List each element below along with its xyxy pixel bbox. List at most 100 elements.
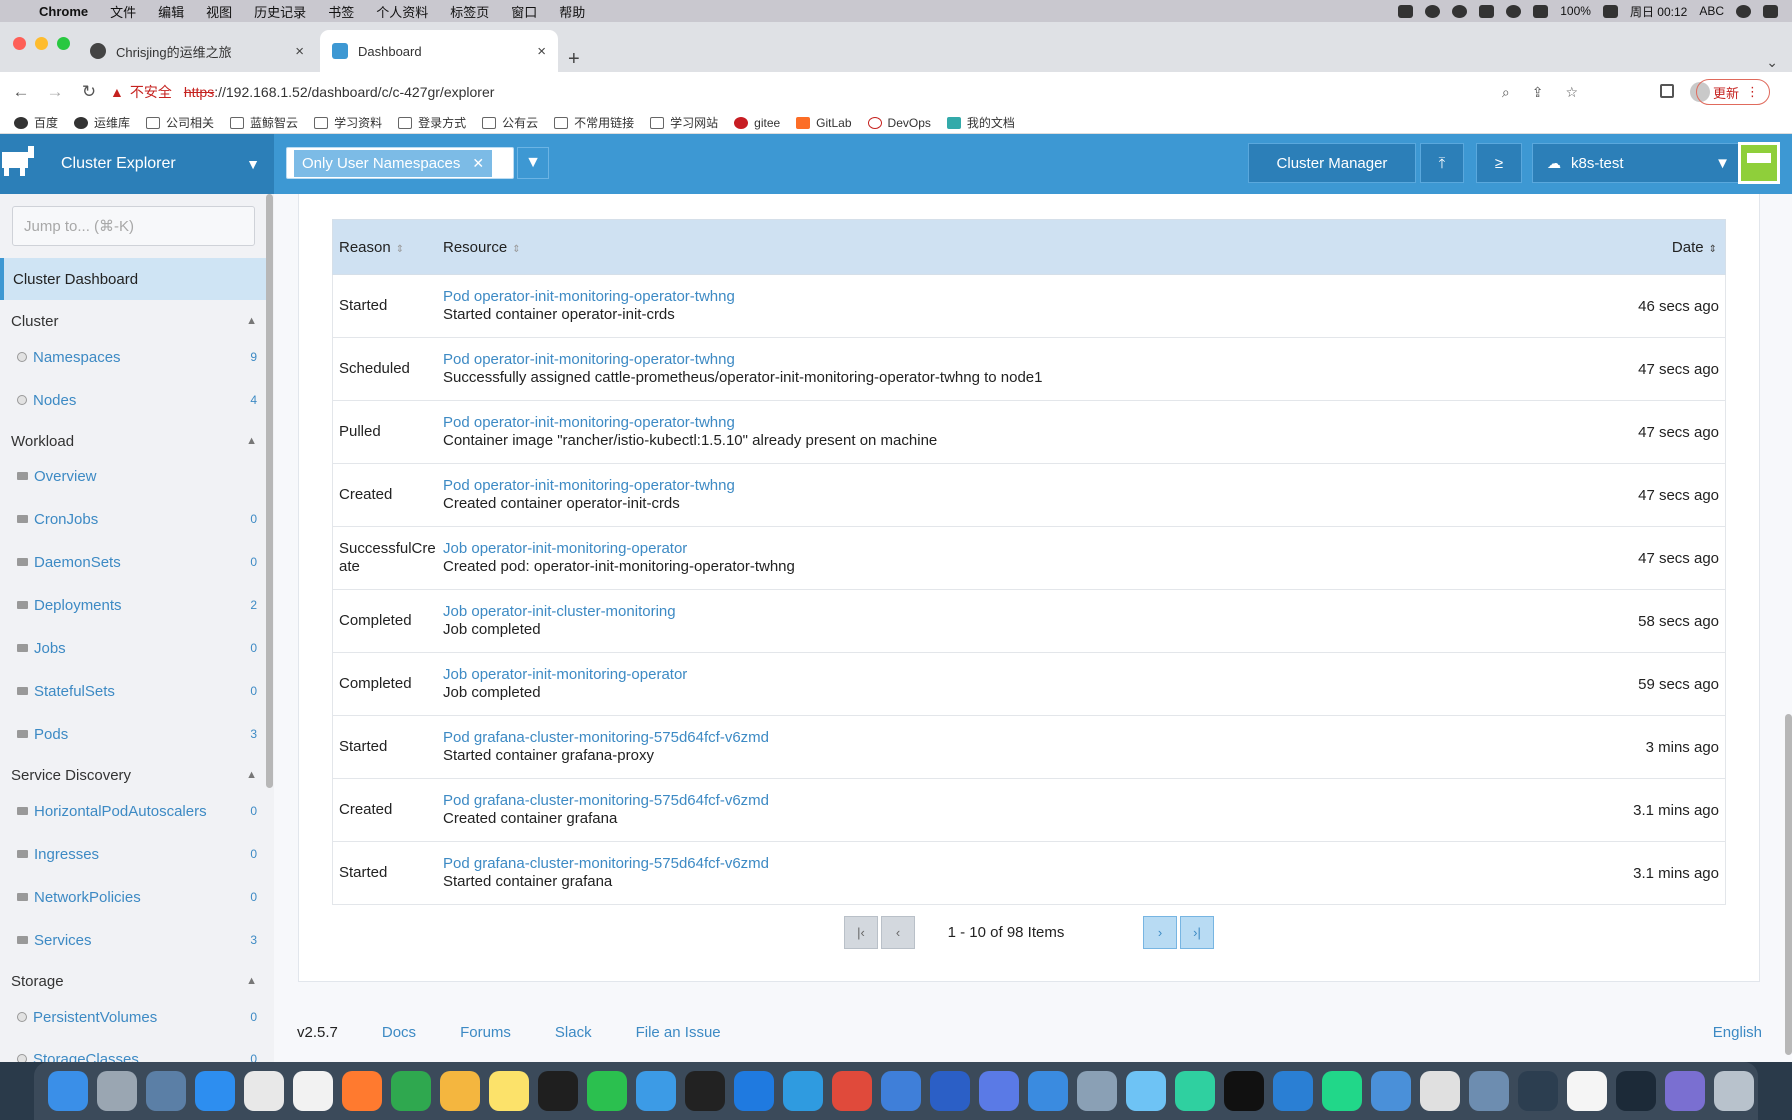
sidebar-item-statefulsets[interactable]: StatefulSets 0 (17, 678, 257, 704)
namespace-chip[interactable]: Only User Namespaces ✕ (294, 149, 493, 177)
tab-dashboard[interactable]: Dashboard × (320, 30, 558, 72)
bookmark-folder-sites[interactable]: 学习网站 (650, 114, 718, 131)
next-page-icon[interactable]: › (1143, 916, 1177, 949)
app-icon[interactable] (1028, 1071, 1068, 1111)
pycharm-icon[interactable] (1322, 1071, 1362, 1111)
menu-app[interactable]: Chrome (28, 4, 99, 19)
control-center-icon[interactable] (1763, 4, 1778, 18)
import-yaml-icon[interactable]: ⤒ (1420, 143, 1464, 183)
main-scrollbar[interactable] (1785, 714, 1792, 1055)
bookmark-folder-login[interactable]: 登录方式 (398, 114, 466, 131)
activity-monitor-icon[interactable] (1616, 1071, 1656, 1111)
volume-icon[interactable] (1533, 4, 1549, 18)
tab-chrisjing[interactable]: Chrisjing的运维之旅 × (78, 30, 316, 72)
battery-icon[interactable] (1602, 4, 1618, 18)
menu-view[interactable]: 视图 (195, 2, 243, 21)
menu-file[interactable]: 文件 (99, 2, 147, 21)
sidebar-item-daemonsets[interactable]: DaemonSets 0 (17, 549, 257, 575)
address-bar[interactable]: ▲ 不安全 https ://192.168.1.52/dashboard/c/… (110, 76, 1560, 108)
menu-profiles[interactable]: 个人资料 (365, 2, 439, 21)
remove-chip-icon[interactable]: ✕ (472, 155, 484, 172)
language-selector[interactable]: English (1713, 1024, 1762, 1041)
bookmark-folder-cloud[interactable]: 公有云 (482, 114, 538, 131)
finder-icon[interactable] (48, 1071, 88, 1111)
app-icon[interactable] (1420, 1071, 1460, 1111)
bookmark-folder-company[interactable]: 公司相关 (146, 114, 214, 131)
user-avatar[interactable] (1738, 142, 1780, 184)
zoom-icon[interactable]: ⌕ (1502, 84, 1510, 101)
resource-link[interactable]: Job operator-init-monitoring-operator (443, 540, 1565, 558)
cluster-manager-button[interactable]: Cluster Manager (1248, 143, 1416, 183)
sidebar-scrollbar[interactable] (266, 194, 273, 788)
cloud-app-icon[interactable] (783, 1071, 823, 1111)
sidebar-item-networkpolicies[interactable]: NetworkPolicies 0 (17, 884, 257, 910)
sidebar-item-pods[interactable]: Pods 3 (17, 721, 257, 747)
column-resource[interactable]: Resource ⇕ (443, 239, 1585, 256)
menu-history[interactable]: 历史记录 (243, 2, 317, 21)
sidebar-item-storageclasses[interactable]: StorageClasses 0 (17, 1046, 257, 1062)
menu-tabs[interactable]: 标签页 (439, 2, 500, 21)
zoom-window-icon[interactable] (57, 37, 70, 50)
jump-to-input[interactable]: Jump to... (⌘-K) (12, 206, 255, 246)
side-panel-icon[interactable] (1660, 84, 1674, 98)
more-menu-icon[interactable]: ⋮ (1746, 84, 1759, 100)
sidebar-item-namespaces[interactable]: Namespaces 9 (17, 344, 257, 370)
terminal-icon[interactable] (1224, 1071, 1264, 1111)
footer-link-docs[interactable]: Docs (382, 1024, 416, 1041)
tab-search-chevron-icon[interactable]: ⌄ (1766, 54, 1778, 71)
bookmark-star-icon[interactable]: ☆ (1565, 84, 1578, 101)
tray-app-icon[interactable] (1398, 4, 1414, 18)
resource-link[interactable]: Job operator-init-monitoring-operator (443, 666, 1565, 684)
app-icon[interactable] (734, 1071, 774, 1111)
sidebar-item-services[interactable]: Services 3 (17, 927, 257, 953)
cluster-explorer-menu[interactable]: Cluster Explorer ▼ (0, 134, 274, 194)
evernote-icon[interactable] (391, 1071, 431, 1111)
namespace-dropdown-icon[interactable]: ▼ (517, 147, 549, 179)
share-icon[interactable]: ⇪ (1532, 84, 1544, 101)
column-date[interactable]: Date ⇕ (1585, 239, 1725, 256)
photos-icon[interactable] (440, 1071, 480, 1111)
wechat-tray-icon[interactable] (1425, 4, 1441, 18)
prev-page-icon[interactable]: ‹ (881, 916, 915, 949)
forward-icon[interactable]: → (42, 82, 68, 102)
update-button[interactable]: 更新 ⋮ (1695, 79, 1770, 105)
tray-app-icon[interactable] (1479, 4, 1495, 18)
close-window-icon[interactable] (13, 37, 26, 50)
cluster-selector[interactable]: ☁ k8s-test ▼ (1532, 143, 1743, 183)
first-page-icon[interactable]: |‹ (844, 916, 878, 949)
chrome-icon[interactable] (244, 1071, 284, 1111)
launchpad-icon[interactable] (97, 1071, 137, 1111)
wps-icon[interactable] (832, 1071, 872, 1111)
app-icon[interactable] (1077, 1071, 1117, 1111)
resource-link[interactable]: Pod grafana-cluster-monitoring-575d64fcf… (443, 792, 1565, 810)
column-reason[interactable]: Reason ⇕ (333, 239, 443, 256)
app-icon[interactable] (1371, 1071, 1411, 1111)
app-icon[interactable] (1126, 1071, 1166, 1111)
sidebar-item-cluster-dashboard[interactable]: Cluster Dashboard (0, 258, 266, 300)
bookmark-folder-blueking[interactable]: 蓝鲸智云 (230, 114, 298, 131)
sidebar-group-service-discovery[interactable]: Service Discovery ▲ (11, 762, 257, 788)
app-icon[interactable] (881, 1071, 921, 1111)
namespace-filter[interactable]: Only User Namespaces ✕ (286, 147, 514, 179)
sort-icon[interactable]: ⇕ (1709, 244, 1717, 255)
minimize-window-icon[interactable] (35, 37, 48, 50)
sidebar-group-workload[interactable]: Workload ▲ (11, 428, 257, 454)
sidebar-group-storage[interactable]: Storage ▲ (11, 968, 257, 994)
search-icon[interactable] (1736, 4, 1751, 18)
bookmark-folder-learning[interactable]: 学习资料 (314, 114, 382, 131)
app-icon[interactable] (1175, 1071, 1215, 1111)
messages-icon[interactable] (636, 1071, 676, 1111)
footer-link-slack[interactable]: Slack (555, 1024, 592, 1041)
close-tab-icon[interactable]: × (537, 43, 546, 60)
typora-icon[interactable] (293, 1071, 333, 1111)
sidebar-item-nodes[interactable]: Nodes 4 (17, 387, 257, 413)
menu-window[interactable]: 窗口 (500, 2, 548, 21)
resource-link[interactable]: Pod operator-init-monitoring-operator-tw… (443, 414, 1565, 432)
menubar-clock[interactable]: 周日 00:12 (1630, 3, 1687, 20)
safari-icon[interactable] (195, 1071, 235, 1111)
bookmark-devops[interactable]: DevOps (867, 116, 931, 130)
footer-link-file-issue[interactable]: File an Issue (636, 1024, 721, 1041)
sidebar-item-hpa[interactable]: HorizontalPodAutoscalers 0 (17, 798, 257, 824)
resource-link[interactable]: Pod grafana-cluster-monitoring-575d64fcf… (443, 855, 1565, 873)
app-icon[interactable] (1518, 1071, 1558, 1111)
